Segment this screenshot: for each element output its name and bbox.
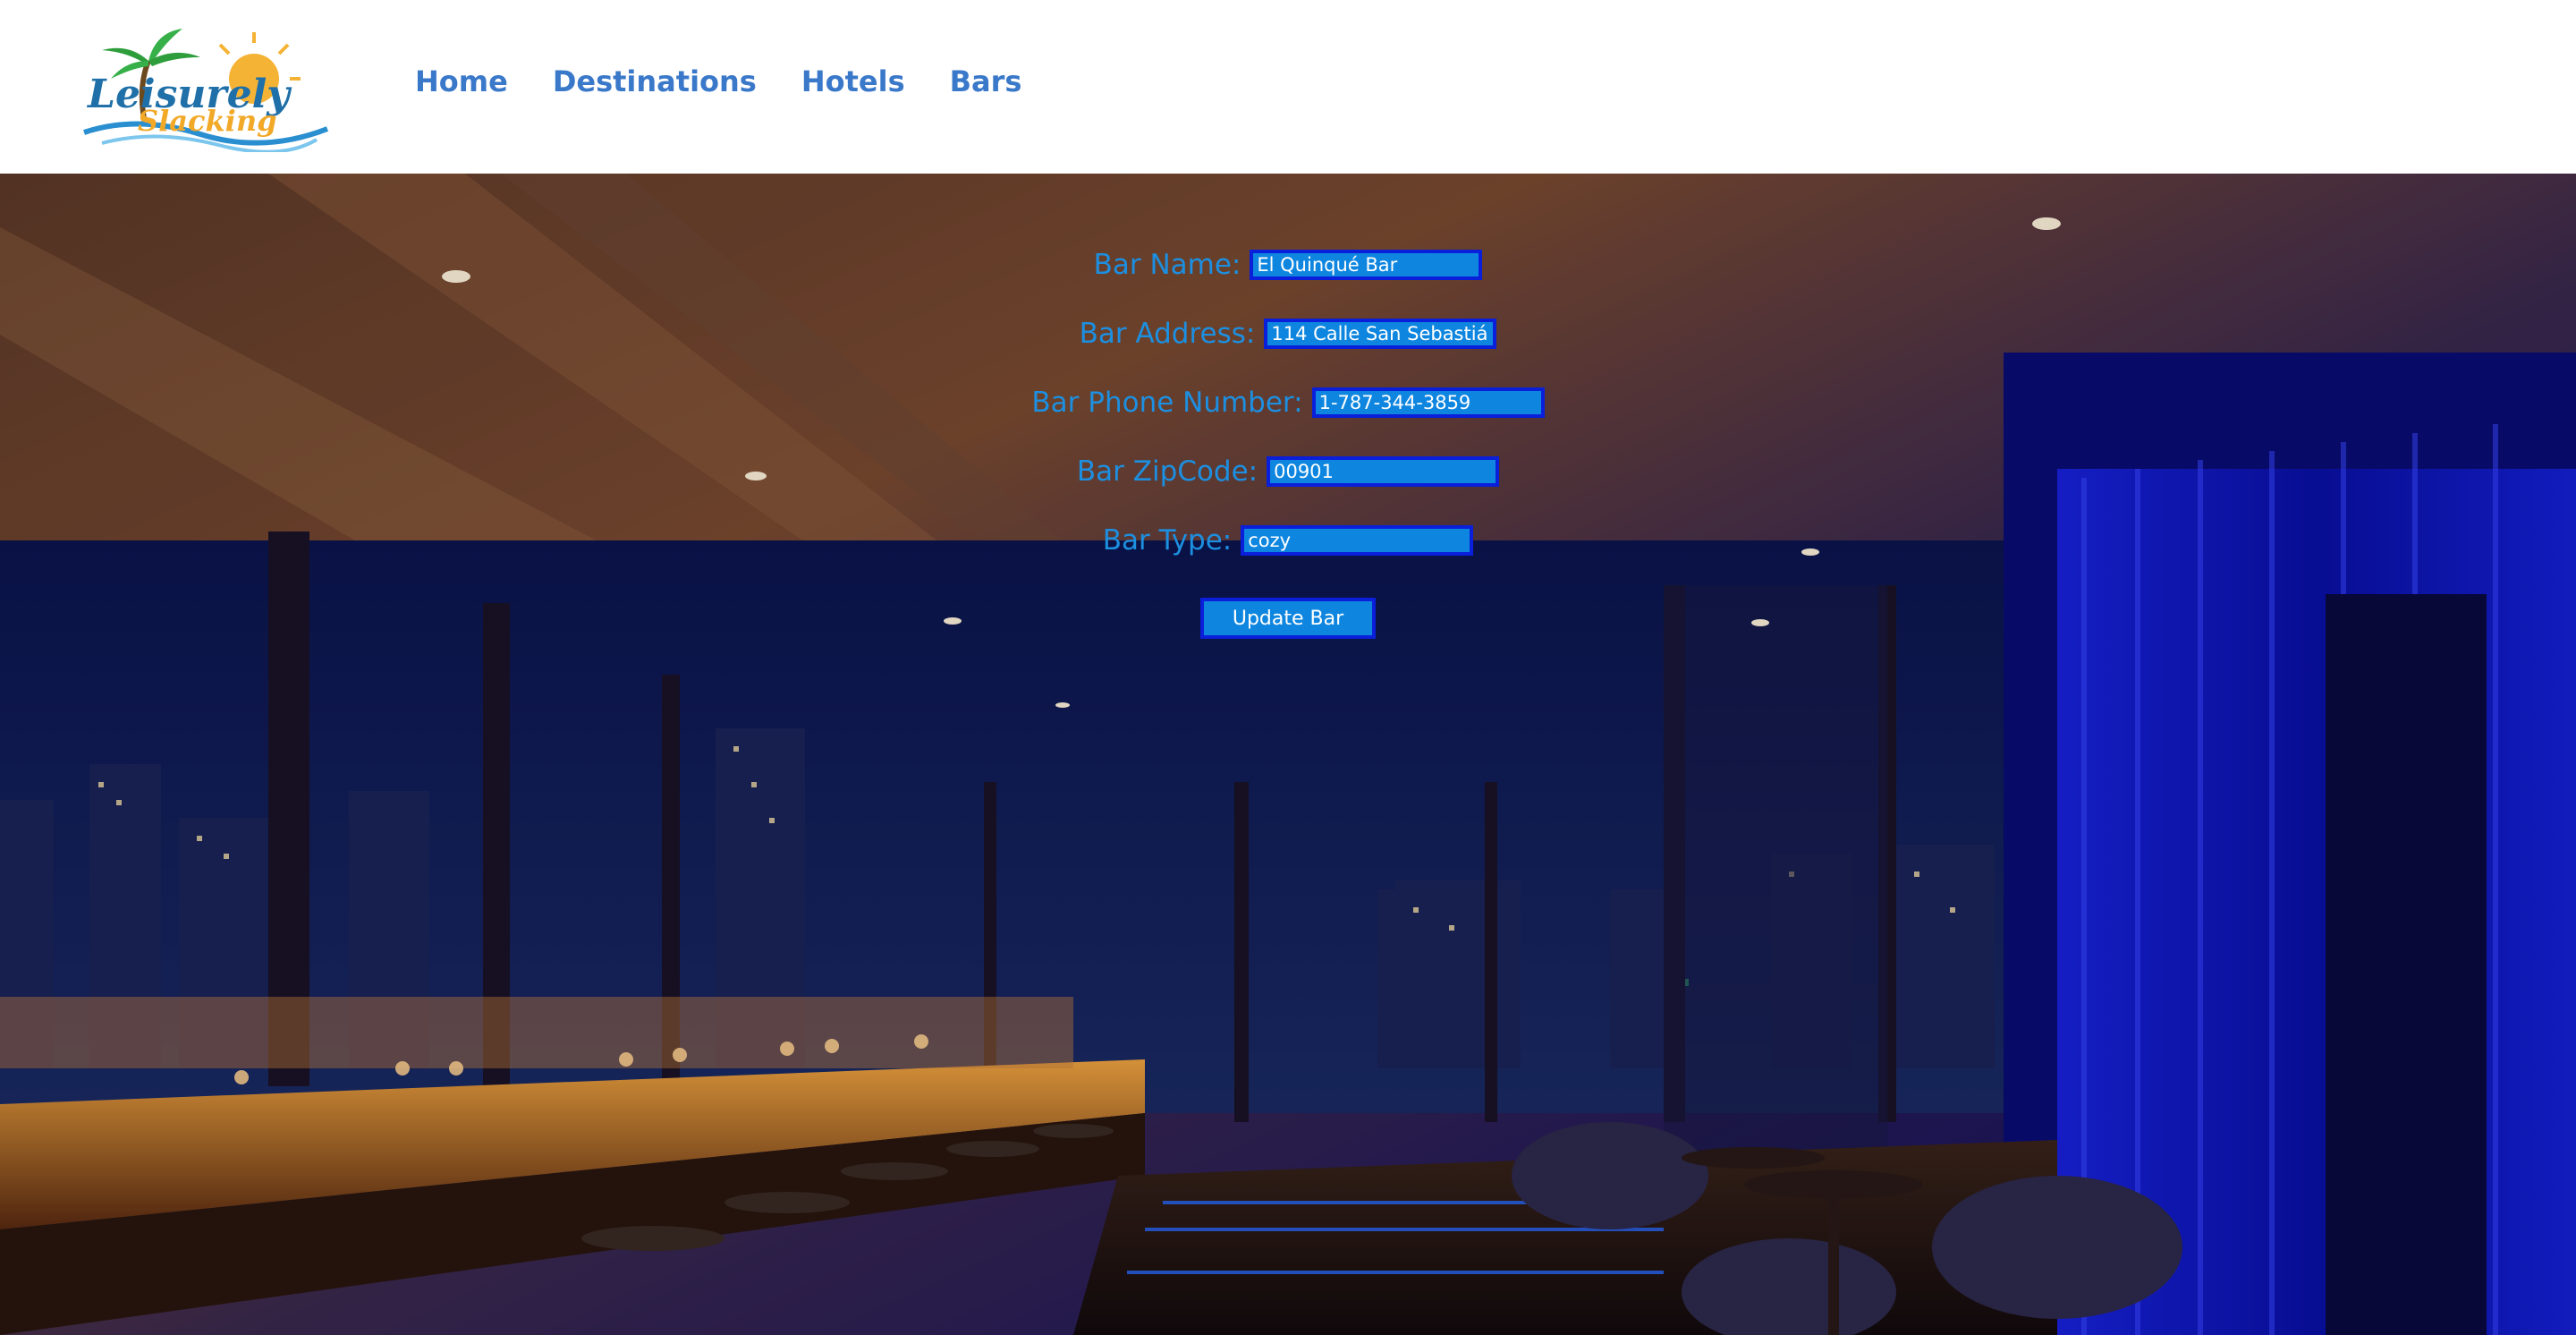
bar-phone-input[interactable] bbox=[1311, 387, 1545, 418]
svg-text:Slacking: Slacking bbox=[138, 104, 276, 138]
bar-type-input[interactable] bbox=[1241, 525, 1474, 556]
bar-name-row: Bar Name: bbox=[0, 249, 2576, 281]
bar-address-row: Bar Address: bbox=[0, 318, 2576, 350]
bar-phone-label: Bar Phone Number: bbox=[1031, 387, 1303, 419]
main-nav: Home Destinations Hotels Bars bbox=[415, 64, 1021, 98]
nav-bars-link[interactable]: Bars bbox=[950, 64, 1022, 98]
bar-zipcode-row: Bar ZipCode: bbox=[0, 455, 2576, 488]
bar-zipcode-label: Bar ZipCode: bbox=[1076, 455, 1258, 488]
nav-destinations-link[interactable]: Destinations bbox=[553, 64, 757, 98]
bar-address-input[interactable] bbox=[1264, 319, 1497, 349]
bar-phone-row: Bar Phone Number: bbox=[0, 387, 2576, 419]
palm-tree-logo-icon: Leisurely Slacking bbox=[83, 29, 329, 154]
bar-type-row: Bar Type: bbox=[0, 524, 2576, 557]
bar-type-label: Bar Type: bbox=[1102, 524, 1233, 557]
nav-home-link[interactable]: Home bbox=[415, 64, 508, 98]
nav-hotels-link[interactable]: Hotels bbox=[801, 64, 905, 98]
bar-zipcode-input[interactable] bbox=[1267, 456, 1500, 487]
bar-address-label: Bar Address: bbox=[1079, 318, 1256, 350]
bar-name-label: Bar Name: bbox=[1093, 249, 1241, 281]
bar-name-input[interactable] bbox=[1250, 250, 1483, 280]
update-bar-button[interactable]: Update Bar bbox=[1200, 598, 1376, 639]
site-header: Leisurely Slacking Home Destinations Hot… bbox=[0, 0, 2576, 174]
site-logo[interactable]: Leisurely Slacking bbox=[75, 25, 336, 154]
